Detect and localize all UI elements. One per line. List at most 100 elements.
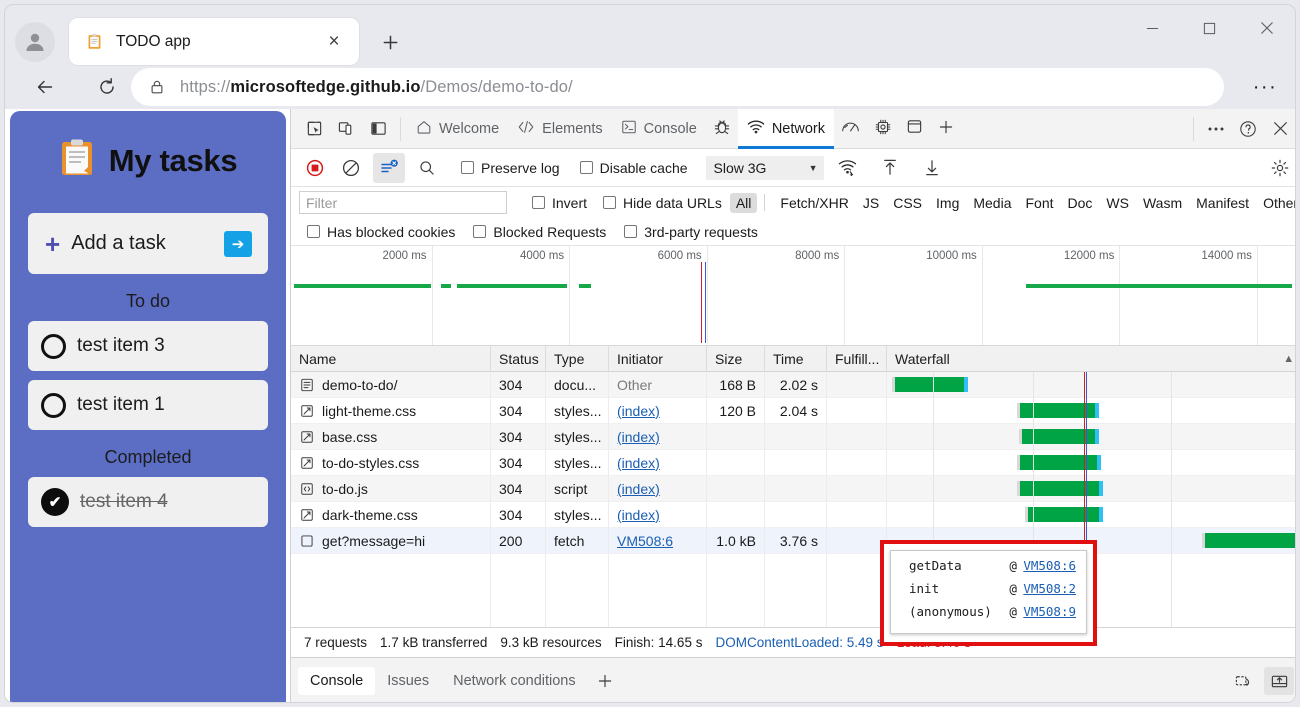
filter-type-all[interactable]: All — [730, 193, 758, 213]
filter-type-manifest[interactable]: Manifest — [1190, 193, 1255, 213]
drawer-tab-issues[interactable]: Issues — [375, 667, 441, 695]
drawer-tab-console[interactable]: Console — [298, 667, 375, 695]
export-har-icon[interactable] — [916, 153, 948, 183]
table-row[interactable]: dark-theme.css304styles...(index) — [291, 502, 1296, 528]
import-har-icon[interactable] — [874, 153, 906, 183]
drawer-add-tab-button[interactable] — [588, 667, 622, 695]
task-checkbox[interactable] — [41, 393, 66, 418]
clear-icon[interactable] — [335, 153, 367, 183]
tab-elements[interactable]: Elements — [508, 109, 611, 149]
tab-add-panel[interactable] — [930, 109, 962, 149]
gear-icon[interactable] — [1264, 153, 1296, 183]
window-close-button[interactable] — [1238, 5, 1295, 51]
inspect-icon[interactable] — [298, 114, 330, 144]
stack-frame-location[interactable]: VM508:2 — [1023, 581, 1076, 596]
add-task-submit-button[interactable]: ➔ — [224, 231, 252, 257]
tab-network[interactable]: Network — [738, 109, 834, 149]
tab-performance[interactable] — [834, 109, 867, 149]
tab-memory[interactable] — [867, 109, 899, 149]
column-header-type[interactable]: Type — [546, 346, 609, 372]
filter-type-other[interactable]: Other — [1257, 193, 1296, 213]
filter-type-doc[interactable]: Doc — [1062, 193, 1099, 213]
initiator-link[interactable]: (index) — [617, 455, 660, 471]
tab-welcome[interactable]: Welcome — [407, 109, 508, 149]
browser-tab[interactable]: TODO app × — [69, 18, 359, 65]
address-bar[interactable]: https://microsoftedge.github.io/Demos/de… — [131, 68, 1224, 106]
initiator-link[interactable]: (index) — [617, 507, 660, 523]
window-maximize-button[interactable] — [1181, 5, 1238, 51]
invert-checkbox[interactable]: Invert — [532, 195, 587, 211]
stack-frame-location[interactable]: VM508:9 — [1023, 604, 1076, 619]
tab-application[interactable] — [899, 109, 930, 149]
close-devtools-icon[interactable] — [1264, 114, 1296, 144]
back-button[interactable] — [27, 69, 63, 105]
dock-side-icon[interactable] — [362, 114, 394, 144]
initiator-link[interactable]: (index) — [617, 429, 660, 445]
network-overview-timeline[interactable]: 2000 ms4000 ms6000 ms8000 ms10000 ms1200… — [291, 246, 1296, 346]
cell-fulfilled — [827, 476, 887, 502]
initiator-link[interactable]: (index) — [617, 481, 660, 497]
column-header-name[interactable]: Name — [291, 346, 491, 372]
cell-initiator: (index) — [609, 424, 707, 450]
search-icon[interactable] — [411, 153, 443, 183]
record-stop-icon[interactable] — [299, 153, 331, 183]
filter-icon[interactable] — [373, 153, 405, 183]
device-toolbar-icon[interactable] — [330, 114, 362, 144]
stack-frame-location[interactable]: VM508:6 — [1023, 558, 1076, 573]
filter-type-media[interactable]: Media — [967, 193, 1017, 213]
waterfall-download — [1097, 455, 1101, 470]
rewind-capture-icon[interactable] — [1228, 667, 1258, 695]
filter-input[interactable]: Filter — [299, 191, 507, 214]
column-header-initiator[interactable]: Initiator — [609, 346, 707, 372]
filter-type-ws[interactable]: WS — [1100, 193, 1135, 213]
table-row[interactable]: to-do.js304script(index) — [291, 476, 1296, 502]
filter-type-font[interactable]: Font — [1020, 193, 1060, 213]
task-item[interactable]: test item 3 — [28, 321, 268, 371]
filter-type-css[interactable]: CSS — [887, 193, 928, 213]
hide-data-urls-checkbox[interactable]: Hide data URLs — [603, 195, 722, 211]
filter-type-wasm[interactable]: Wasm — [1137, 193, 1188, 213]
filter-type-fetch-xhr[interactable]: Fetch/XHR — [774, 193, 854, 213]
filter-type-img[interactable]: Img — [930, 193, 965, 213]
dock-drawer-icon[interactable] — [1264, 667, 1294, 695]
preserve-log-checkbox[interactable]: Preserve log — [461, 160, 560, 176]
column-header-waterfall[interactable]: Waterfall ▲ — [887, 346, 1296, 372]
column-header-time[interactable]: Time — [765, 346, 827, 372]
table-row[interactable]: to-do-styles.css304styles...(index) — [291, 450, 1296, 476]
summary-domcontentloaded: DOMContentLoaded: 5.49 s — [715, 635, 883, 650]
help-icon[interactable] — [1232, 114, 1264, 144]
profile-avatar[interactable] — [15, 22, 55, 62]
table-row[interactable]: light-theme.css304styles...(index)120 B2… — [291, 398, 1296, 424]
table-row[interactable]: base.css304styles...(index) — [291, 424, 1296, 450]
add-task-input[interactable]: + Add a task ➔ — [28, 213, 268, 274]
tab-debugger[interactable] — [706, 109, 738, 149]
checkbox-label: Hide data URLs — [623, 195, 722, 211]
new-tab-button[interactable] — [373, 27, 407, 57]
task-checkbox[interactable] — [41, 334, 66, 359]
filter-type-js[interactable]: JS — [857, 193, 885, 213]
table-row[interactable]: get?message=hi200fetchVM508:61.0 kB3.76 … — [291, 528, 1296, 554]
throttling-dropdown[interactable]: Slow 3G ▼ — [706, 156, 824, 180]
window-minimize-button[interactable] — [1124, 5, 1181, 51]
has-blocked-cookies-checkbox[interactable]: Has blocked cookies — [307, 224, 455, 240]
table-row[interactable]: demo-to-do/304docu...Other168 B2.02 s — [291, 372, 1296, 398]
column-header-status[interactable]: Status — [491, 346, 546, 372]
task-item[interactable]: ✔ test item 4 — [28, 477, 268, 527]
network-conditions-icon[interactable] — [832, 153, 864, 183]
task-item[interactable]: test item 1 — [28, 380, 268, 430]
tab-console[interactable]: Console — [612, 109, 706, 149]
disable-cache-checkbox[interactable]: Disable cache — [580, 160, 688, 176]
more-options-icon[interactable] — [1200, 114, 1232, 144]
task-checkbox-checked[interactable]: ✔ — [41, 488, 69, 516]
column-header-size[interactable]: Size — [707, 346, 765, 372]
blocked-requests-checkbox[interactable]: Blocked Requests — [473, 224, 606, 240]
initiator-link[interactable]: VM508:6 — [617, 533, 673, 549]
browser-more-button[interactable]: ··· — [1249, 73, 1281, 101]
column-header-fulfilled[interactable]: Fulfill... — [827, 346, 887, 372]
tab-close-icon[interactable]: × — [320, 28, 348, 56]
reload-button[interactable] — [89, 69, 125, 105]
third-party-requests-checkbox[interactable]: 3rd-party requests — [624, 224, 758, 240]
initiator-link[interactable]: (index) — [617, 403, 660, 419]
table-header-row: Name Status Type Initiator Size Time Ful… — [291, 346, 1296, 372]
drawer-tab-network-conditions[interactable]: Network conditions — [441, 667, 588, 695]
